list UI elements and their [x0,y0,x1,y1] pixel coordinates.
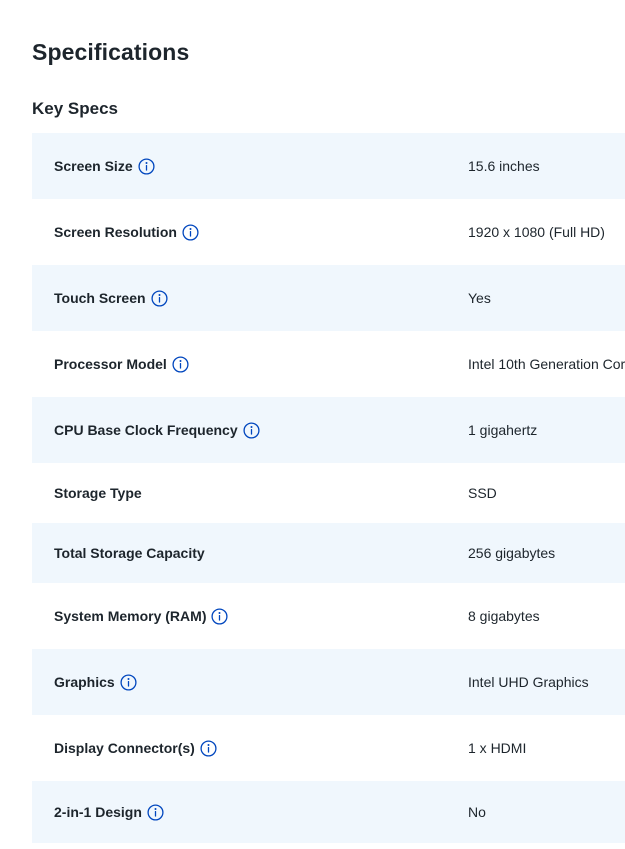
info-icon[interactable] [243,421,260,439]
info-icon[interactable] [172,355,189,373]
page-title: Specifications [32,39,190,65]
spec-row-storage-type: Storage Type SSD [32,463,625,523]
info-icon[interactable] [200,739,217,757]
spec-label: Screen Size [54,158,133,174]
spec-row-screen-size: Screen Size 15.6 inches [32,133,625,199]
spec-label: Screen Resolution [54,224,177,240]
info-icon[interactable] [120,673,137,691]
spec-value: 1 gigahertz [468,422,538,438]
section-title-key-specs: Key Specs [32,99,118,118]
info-icon[interactable] [138,157,155,175]
key-specs-table: Screen Size 15.6 inches Screen Resolutio… [32,133,625,843]
spec-label: Storage Type [54,485,142,501]
spec-value: Yes [468,290,491,306]
spec-value: 15.6 inches [468,158,540,174]
spec-value: 256 gigabytes [468,545,556,561]
spec-label: Touch Screen [54,290,146,306]
spec-value: 1 x HDMI [468,740,527,756]
spec-row-display-connectors: Display Connector(s) 1 x HDMI [32,715,625,781]
spec-row-processor-model: Processor Model Intel 10th Generation Co… [32,331,625,397]
spec-label: Total Storage Capacity [54,545,205,561]
spec-row-system-memory: System Memory (RAM) 8 gigabytes [32,583,625,649]
spec-value: SSD [468,485,497,501]
spec-row-2-in-1-design: 2-in-1 Design No [32,781,625,843]
spec-label: 2-in-1 Design [54,804,142,820]
spec-value: Intel UHD Graphics [468,674,589,690]
spec-label: System Memory (RAM) [54,608,207,624]
spec-row-cpu-base-clock-frequency: CPU Base Clock Frequency 1 gigahertz [32,397,625,463]
spec-label: CPU Base Clock Frequency [54,422,238,438]
info-icon[interactable] [150,289,168,307]
info-icon[interactable] [211,607,229,625]
spec-row-screen-resolution: Screen Resolution 1920 x 1080 (Full HD) [32,199,625,265]
spec-value: No [468,804,486,820]
spec-label: Processor Model [54,356,167,372]
info-icon[interactable] [147,803,164,821]
spec-row-total-storage-capacity: Total Storage Capacity 256 gigabytes [32,523,625,583]
spec-row-touch-screen: Touch Screen Yes [32,265,625,331]
spec-value: Intel 10th Generation Core [468,356,625,372]
info-icon[interactable] [182,223,199,241]
spec-value: 8 gigabytes [468,608,540,624]
spec-label: Display Connector(s) [54,740,195,756]
spec-row-graphics: Graphics Intel UHD Graphics [32,649,625,715]
spec-label: Graphics [54,674,115,690]
spec-value: 1920 x 1080 (Full HD) [468,224,605,240]
